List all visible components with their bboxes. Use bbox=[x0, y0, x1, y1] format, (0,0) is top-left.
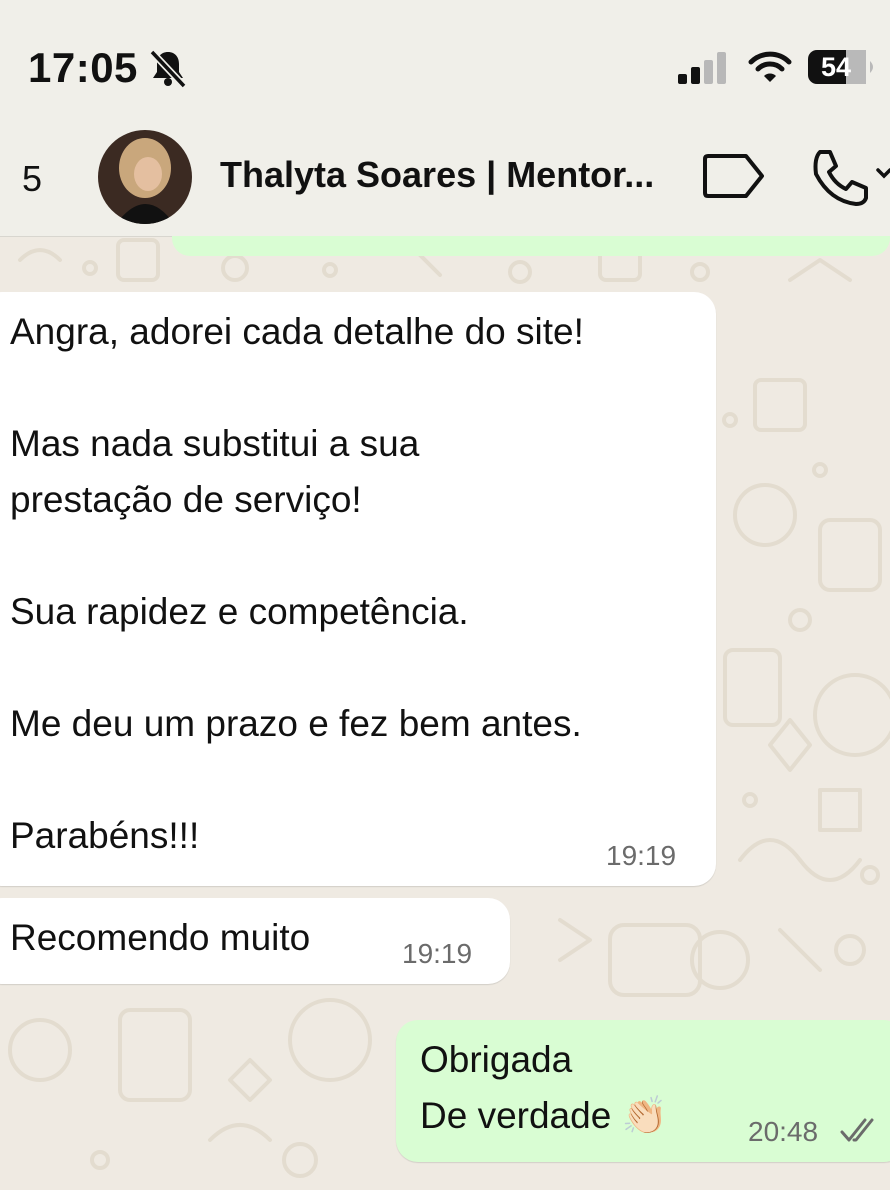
status-time: 17:05 bbox=[28, 44, 138, 91]
back-button-unread-count[interactable]: 5 bbox=[22, 158, 42, 200]
bell-slash-icon bbox=[149, 49, 187, 88]
message-timestamp: 19:19 bbox=[606, 840, 677, 871]
message-line: Sua rapidez e competência. bbox=[10, 591, 469, 632]
message-timestamp: 20:48 bbox=[748, 1116, 819, 1147]
phone-call-icon[interactable] bbox=[806, 146, 890, 206]
previous-outgoing-bubble-edge bbox=[172, 236, 890, 256]
message-line: De verdade 👏🏻 bbox=[420, 1095, 668, 1136]
message-line: Obrigada bbox=[420, 1039, 573, 1080]
outgoing-message-bubble[interactable]: Obrigada De verdade 👏🏻 20:48 bbox=[396, 1020, 890, 1162]
incoming-message-bubble[interactable]: Angra, adorei cada detalhe do site! Mas … bbox=[0, 292, 716, 886]
message-line: Recomendo muito bbox=[10, 917, 311, 958]
message-line: Mas nada substitui a sua bbox=[10, 423, 420, 464]
message-timestamp: 19:19 bbox=[402, 938, 473, 969]
label-icon[interactable] bbox=[702, 150, 768, 202]
message-line: Me deu um prazo e fez bem antes. bbox=[10, 703, 582, 744]
battery-percentage: 54 bbox=[820, 52, 852, 82]
double-check-icon bbox=[840, 1118, 874, 1142]
contact-name[interactable]: Thalyta Soares | Mentor... bbox=[220, 154, 654, 196]
incoming-message-bubble[interactable]: Recomendo muito 19:19 bbox=[0, 898, 510, 984]
chat-header: 5 Thalyta Soares | Mentor... bbox=[0, 118, 890, 237]
avatar[interactable] bbox=[98, 130, 192, 224]
wifi-icon bbox=[748, 51, 792, 82]
message-line: Parabéns!!! bbox=[10, 815, 200, 856]
cellular-signal-icon bbox=[678, 52, 726, 84]
message-line: Angra, adorei cada detalhe do site! bbox=[10, 311, 584, 352]
message-line: prestação de serviço! bbox=[10, 479, 362, 520]
status-bar: 17:05 54 bbox=[0, 0, 890, 118]
